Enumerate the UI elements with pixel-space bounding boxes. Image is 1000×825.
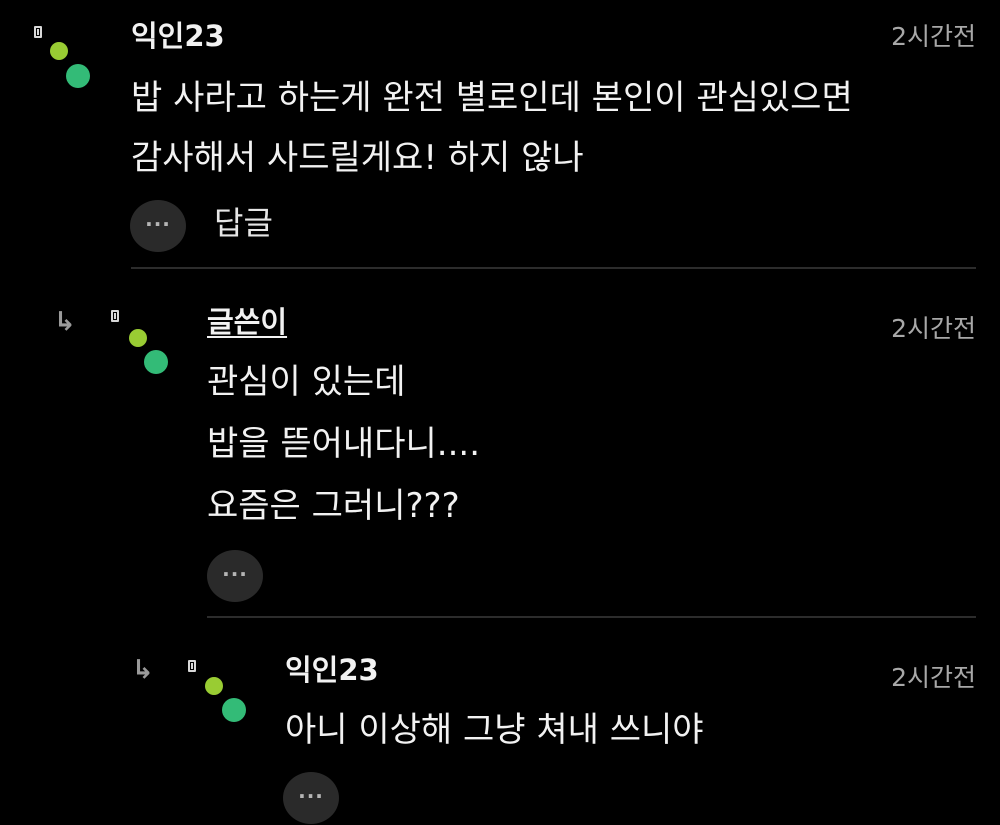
avatar-dot-large: [222, 698, 246, 722]
divider: [131, 267, 976, 269]
comment-line: 밥을 뜯어내다니....: [207, 424, 480, 464]
comment-text: 밥 사라고 하는게 완전 별로인데 본인이 관심있으면 감사해서 사드릴게요! …: [131, 76, 853, 196]
comment-line: 밥 사라고 하는게 완전 별로인데 본인이 관심있으면: [131, 78, 853, 118]
reply-button[interactable]: 답글: [214, 203, 273, 243]
author-nickname[interactable]: 글쓴이: [207, 304, 287, 340]
timestamp: 2시간전: [891, 663, 976, 692]
nickname[interactable]: 익인23: [285, 652, 379, 688]
phone-badge-icon: [111, 310, 119, 322]
more-options-button[interactable]: ···: [130, 200, 186, 252]
comment-line: 요즘은 그러니???: [207, 486, 460, 526]
avatar-dot-small: [50, 42, 68, 60]
comment-line: 아니 이상해 그냥 쳐내 쓰니야: [285, 710, 704, 750]
reply-arrow-icon: ↳: [54, 307, 76, 337]
divider: [207, 616, 976, 618]
comment-text: 관심이 있는데 밥을 뜯어내다니.... 요즘은 그러니???: [207, 360, 480, 546]
timestamp: 2시간전: [891, 22, 976, 51]
avatar-dot-large: [66, 64, 90, 88]
phone-badge-icon: [188, 660, 196, 672]
avatar-dot-small: [129, 329, 147, 347]
more-options-button[interactable]: ···: [283, 772, 339, 824]
timestamp: 2시간전: [891, 314, 976, 343]
comment-line: 감사해서 사드릴게요! 하지 않나: [131, 138, 584, 178]
reply-arrow-icon: ↳: [132, 655, 154, 685]
avatar-dot-small: [205, 677, 223, 695]
comment-line: 관심이 있는데: [207, 362, 406, 402]
nickname[interactable]: 익인23: [131, 18, 225, 54]
more-options-button[interactable]: ···: [207, 550, 263, 602]
avatar-dot-large: [144, 350, 168, 374]
comment-text: 아니 이상해 그냥 쳐내 쓰니야: [285, 708, 704, 758]
phone-badge-icon: [34, 26, 42, 38]
